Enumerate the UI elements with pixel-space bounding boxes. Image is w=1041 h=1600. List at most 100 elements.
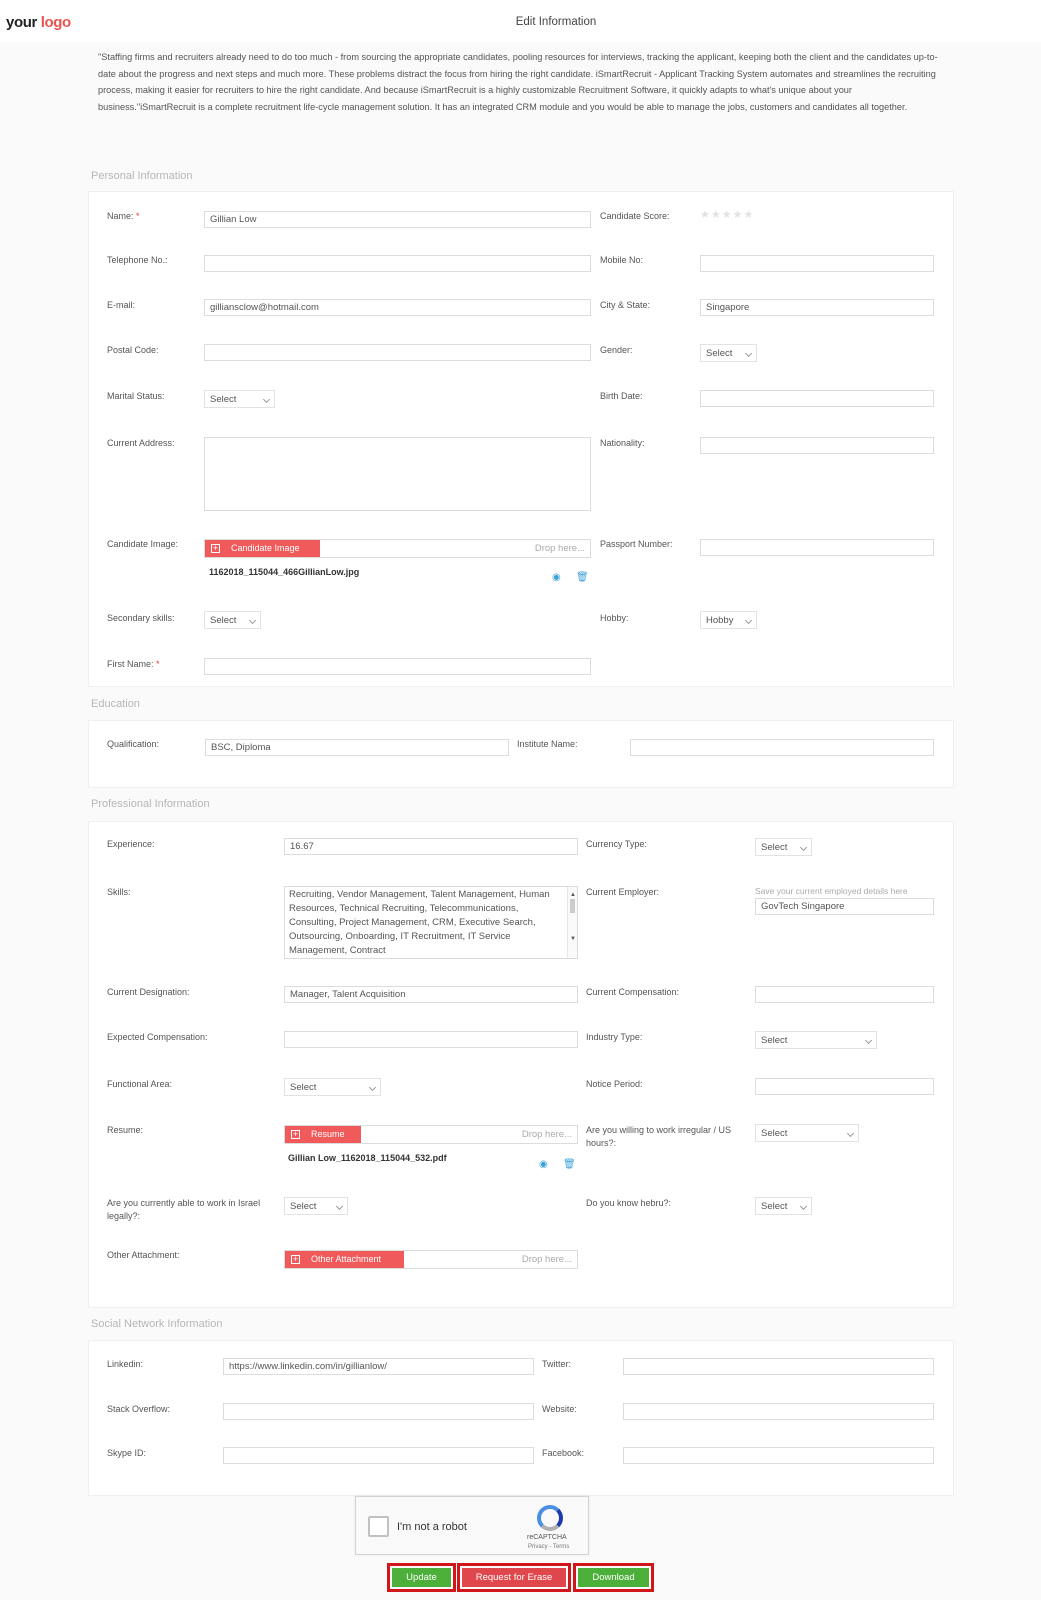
- functional-area-select[interactable]: Select: [284, 1078, 381, 1096]
- chevron-down-icon: [846, 1129, 855, 1138]
- stack-overflow-field[interactable]: [223, 1403, 534, 1420]
- stack-overflow-label: Stack Overflow:: [107, 1404, 171, 1414]
- other-attachment-upload[interactable]: + Other Attachment Drop here...: [284, 1250, 578, 1269]
- plus-icon: +: [291, 1254, 300, 1264]
- trash-icon[interactable]: 🗑: [576, 572, 589, 583]
- resume-upload[interactable]: + Resume Drop here...: [284, 1125, 578, 1144]
- update-button[interactable]: Update: [392, 1568, 451, 1587]
- current-employer-field[interactable]: GovTech Singapore: [755, 898, 934, 915]
- twitter-field[interactable]: [623, 1358, 934, 1375]
- other-attachment-button[interactable]: + Other Attachment: [285, 1251, 404, 1268]
- secondary-skills-label: Secondary skills:: [107, 613, 175, 623]
- recaptcha-widget: I'm not a robot reCAPTCHA Privacy - Term…: [355, 1496, 589, 1555]
- hobby-select[interactable]: Hobby: [700, 611, 757, 629]
- request-erase-button[interactable]: Request for Erase: [462, 1568, 566, 1587]
- facebook-field[interactable]: [623, 1447, 934, 1464]
- recaptcha-checkbox[interactable]: [368, 1516, 389, 1537]
- skills-scrollbar[interactable]: ▲ ▼: [567, 887, 577, 958]
- industry-type-select[interactable]: Select: [755, 1031, 877, 1049]
- chevron-down-icon: [262, 395, 271, 404]
- marital-status-select[interactable]: Select: [204, 390, 275, 408]
- update-button-frame: Update: [387, 1563, 456, 1592]
- passport-number-field[interactable]: [700, 539, 934, 556]
- skills-text: Recruiting, Vendor Management, Talent Ma…: [289, 889, 550, 956]
- mobile-label: Mobile No:: [600, 255, 644, 265]
- download-button[interactable]: Download: [578, 1568, 649, 1587]
- email-label: E-mail:: [107, 300, 136, 310]
- skills-field[interactable]: Recruiting, Vendor Management, Talent Ma…: [284, 886, 578, 959]
- candidate-image-upload[interactable]: + Candidate Image Drop here...: [204, 539, 591, 558]
- chevron-down-icon: [744, 616, 753, 625]
- experience-field[interactable]: 16.67: [284, 838, 578, 855]
- current-employer-label: Current Employer:: [586, 887, 660, 897]
- experience-label: Experience:: [107, 839, 155, 849]
- qualification-field[interactable]: BSC, Diploma: [205, 739, 509, 756]
- website-field[interactable]: [623, 1403, 934, 1420]
- chevron-down-icon: [799, 843, 808, 852]
- name-label: Name: *: [107, 211, 140, 221]
- notice-period-field[interactable]: [755, 1078, 934, 1095]
- first-name-field[interactable]: [204, 658, 591, 675]
- eye-icon[interactable]: ◉: [539, 1159, 548, 1170]
- scroll-thumb[interactable]: [570, 899, 575, 913]
- scroll-down-icon[interactable]: ▼: [570, 932, 576, 946]
- plus-icon: +: [291, 1129, 300, 1139]
- linkedin-field[interactable]: https://www.linkedin.com/in/gillianlow/: [223, 1358, 534, 1375]
- recaptcha-terms-link[interactable]: Privacy - Terms: [528, 1544, 569, 1550]
- hebrew-label: Do you know hebru?:: [586, 1198, 672, 1208]
- current-compensation-label: Current Compensation:: [586, 987, 680, 997]
- telephone-label: Telephone No.:: [107, 255, 168, 265]
- plus-icon: +: [211, 543, 220, 553]
- qualification-label: Qualification:: [107, 739, 160, 749]
- postal-code-label: Postal Code:: [107, 345, 159, 355]
- name-field[interactable]: Gillian Low: [204, 211, 591, 228]
- postal-code-field[interactable]: [204, 344, 591, 361]
- chevron-down-icon: [799, 1202, 808, 1211]
- notice-period-label: Notice Period:: [586, 1079, 643, 1089]
- candidate-image-label: Candidate Image:: [107, 539, 179, 549]
- city-state-label: City & State:: [600, 300, 651, 310]
- current-employer-hint: Save your current employed details here: [755, 886, 908, 896]
- section-title-education: Education: [91, 698, 140, 710]
- chevron-down-icon: [335, 1202, 344, 1211]
- email-field[interactable]: gilliansclow@hotmail.com: [204, 299, 591, 316]
- trash-icon[interactable]: 🗑: [563, 1159, 576, 1170]
- functional-area-label: Functional Area:: [107, 1079, 173, 1089]
- erase-button-frame: Request for Erase: [457, 1563, 571, 1592]
- chevron-down-icon: [744, 349, 753, 358]
- chevron-down-icon: [368, 1083, 377, 1092]
- recaptcha-logo-icon: [537, 1505, 563, 1531]
- resume-button[interactable]: + Resume: [285, 1126, 361, 1143]
- city-state-field[interactable]: Singapore: [700, 299, 934, 316]
- currency-type-label: Currency Type:: [586, 839, 647, 849]
- website-label: Website:: [542, 1404, 577, 1414]
- birth-date-field[interactable]: [700, 390, 934, 407]
- candidate-image-button[interactable]: + Candidate Image: [205, 540, 320, 557]
- section-title-personal: Personal Information: [91, 170, 193, 182]
- linkedin-label: Linkedin:: [107, 1359, 144, 1369]
- institute-name-field[interactable]: [630, 739, 934, 756]
- section-title-professional: Professional Information: [91, 798, 210, 810]
- nationality-label: Nationality:: [600, 438, 645, 448]
- birth-date-label: Birth Date:: [600, 391, 643, 401]
- nationality-field[interactable]: [700, 437, 934, 454]
- drop-zone-text: Drop here...: [534, 543, 585, 554]
- current-address-field[interactable]: [204, 437, 591, 511]
- skype-id-field[interactable]: [223, 1447, 534, 1464]
- gender-select[interactable]: Select: [700, 344, 757, 362]
- recaptcha-label: I'm not a robot: [397, 1521, 467, 1533]
- hebrew-select[interactable]: Select: [755, 1197, 812, 1215]
- irregular-hours-select[interactable]: Select: [755, 1124, 859, 1142]
- mobile-field[interactable]: [700, 255, 934, 272]
- expected-compensation-field[interactable]: [284, 1031, 578, 1048]
- israel-work-select[interactable]: Select: [284, 1197, 348, 1215]
- current-compensation-field[interactable]: [755, 986, 934, 1003]
- eye-icon[interactable]: ◉: [552, 572, 561, 583]
- current-designation-field[interactable]: Manager, Talent Acquisition: [284, 986, 578, 1003]
- telephone-field[interactable]: [204, 255, 591, 272]
- candidate-score-stars[interactable]: ★★★★★: [700, 208, 754, 221]
- facebook-label: Facebook:: [542, 1448, 585, 1458]
- currency-type-select[interactable]: Select: [755, 838, 812, 856]
- israel-work-label: Are you currently able to work in Israel…: [107, 1198, 261, 1221]
- secondary-skills-select[interactable]: Select: [204, 611, 261, 629]
